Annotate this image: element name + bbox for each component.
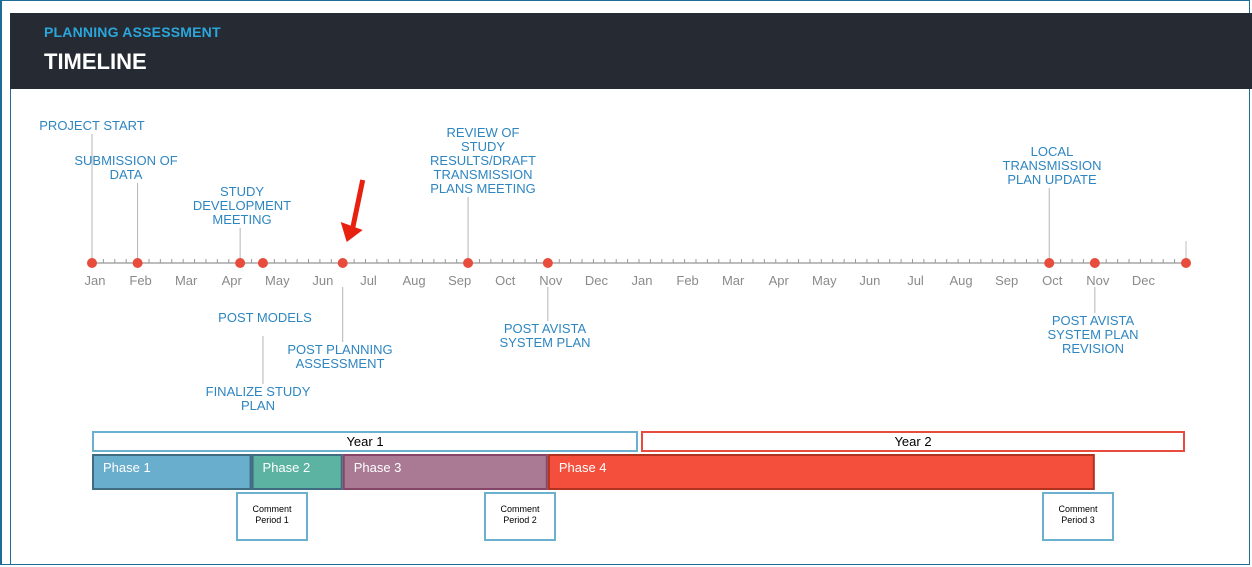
milestone-label: POST PLANNING xyxy=(287,342,392,357)
milestone-label: REVISION xyxy=(1062,341,1124,356)
month-label: Jun xyxy=(859,273,880,288)
month-label: Mar xyxy=(175,273,198,288)
month-label: Feb xyxy=(129,273,151,288)
milestone-label: POST AVISTA xyxy=(1052,313,1135,328)
year-label: Year 2 xyxy=(894,434,931,449)
year-label: Year 1 xyxy=(346,434,383,449)
milestone-label: MEETING xyxy=(212,212,271,227)
milestone-label: DEVELOPMENT xyxy=(193,198,291,213)
milestone-marker xyxy=(1044,258,1055,268)
milestone-label: STUDY xyxy=(461,139,505,154)
phase-label: Phase 1 xyxy=(103,460,151,475)
arrow-shaft xyxy=(350,179,366,229)
milestone-marker xyxy=(1181,258,1191,268)
comment-period-label: Period 3 xyxy=(1061,515,1095,525)
milestone-label: SUBMISSION OF xyxy=(74,153,177,168)
month-label: Nov xyxy=(539,273,563,288)
month-label: Jul xyxy=(360,273,377,288)
milestone-label: SYSTEM PLAN xyxy=(1047,327,1138,342)
month-label: Dec xyxy=(1132,273,1156,288)
milestone-marker xyxy=(1089,258,1100,268)
milestone-label: FINALIZE STUDY xyxy=(206,384,311,399)
comment-period-label: Comment xyxy=(252,504,292,514)
month-label: Mar xyxy=(722,273,745,288)
milestone-marker xyxy=(132,258,143,268)
phase-label: Phase 2 xyxy=(263,460,311,475)
month-label: Jul xyxy=(907,273,924,288)
month-label: Aug xyxy=(403,273,426,288)
comment-period-label: Period 2 xyxy=(503,515,537,525)
month-label: Oct xyxy=(1042,273,1063,288)
month-label: Apr xyxy=(222,273,243,288)
milestone-label: LOCAL xyxy=(1031,144,1074,159)
milestone-label: ASSESSMENT xyxy=(296,356,385,371)
month-label: May xyxy=(812,273,837,288)
month-label: Jun xyxy=(312,273,333,288)
milestone-marker xyxy=(87,258,97,268)
milestone-label: RESULTS/DRAFT xyxy=(430,153,536,168)
milestone-marker xyxy=(257,258,268,268)
milestone-label: SYSTEM PLAN xyxy=(499,335,590,350)
month-label: Feb xyxy=(676,273,698,288)
month-label: Aug xyxy=(950,273,973,288)
milestone-marker xyxy=(463,258,474,268)
month-label: Apr xyxy=(769,273,790,288)
month-label: May xyxy=(265,273,290,288)
comment-period-label: Comment xyxy=(500,504,540,514)
milestone-label: POST MODELS xyxy=(218,310,312,325)
timeline-diagram: Jan Feb Mar Apr May Jun Jul Aug Sep Oct Nov Dec Jan F… xyxy=(39,118,1191,541)
month-label: Jan xyxy=(632,273,653,288)
milestone-label: TRANSMISSION xyxy=(434,167,533,182)
milestone-label: REVIEW OF xyxy=(447,125,520,140)
phase-bar xyxy=(547,454,1095,490)
milestone-label: PLAN xyxy=(241,398,275,413)
milestone-marker xyxy=(337,258,348,268)
milestone-label: PROJECT START xyxy=(39,118,145,133)
month-label: Sep xyxy=(448,273,471,288)
milestone-label: TRANSMISSION xyxy=(1003,158,1102,173)
comment-period-label: Comment xyxy=(1058,504,1098,514)
phase-label: Phase 4 xyxy=(559,460,607,475)
milestone-marker xyxy=(542,258,553,268)
month-label: Oct xyxy=(495,273,516,288)
milestone-label: DATA xyxy=(110,167,143,182)
milestone-label: PLAN UPDATE xyxy=(1007,172,1097,187)
month-label: Nov xyxy=(1086,273,1110,288)
phase-label: Phase 3 xyxy=(354,460,402,475)
comment-period-label: Period 1 xyxy=(255,515,289,525)
milestone-label: POST AVISTA xyxy=(504,321,587,336)
month-label: Sep xyxy=(995,273,1018,288)
month-label: Jan xyxy=(85,273,106,288)
milestone-label: STUDY xyxy=(220,184,264,199)
milestone-marker xyxy=(235,258,246,268)
month-label: Dec xyxy=(585,273,609,288)
milestone-label: PLANS MEETING xyxy=(430,181,535,196)
